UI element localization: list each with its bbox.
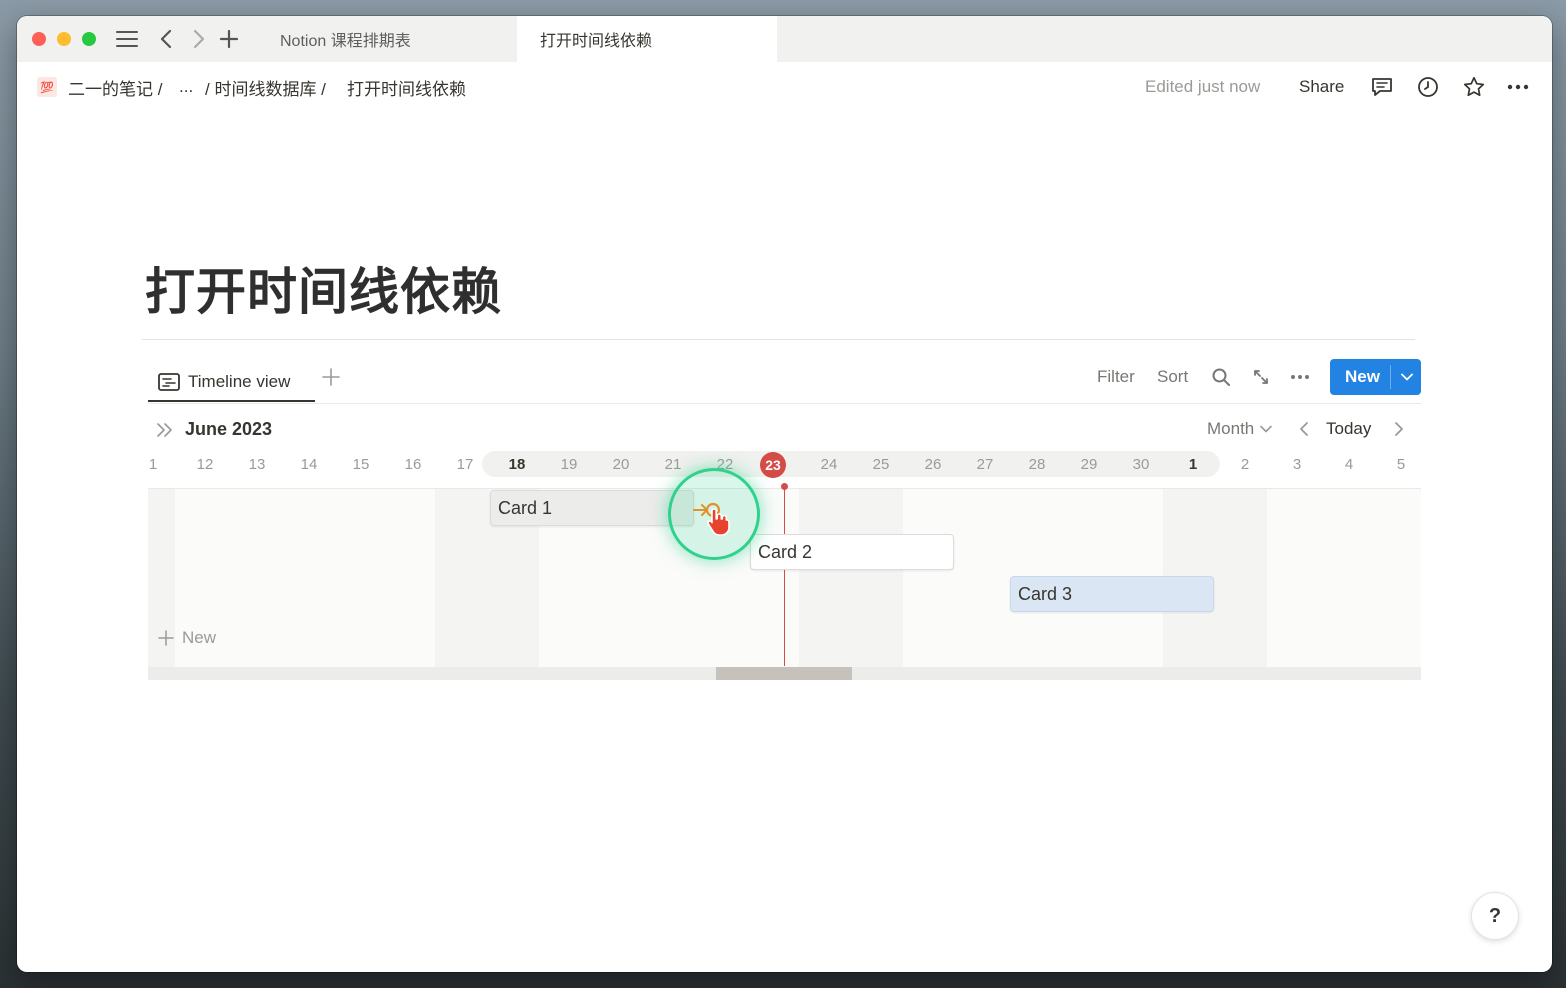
active-view-underline — [148, 400, 315, 402]
breadcrumb-item-ellipsis[interactable]: ... — [179, 62, 193, 112]
day-label: 30 — [1132, 455, 1150, 473]
forward-icon[interactable] — [186, 26, 212, 52]
app-window: Notion 课程排期表 打开时间线依赖 💯 二一的笔记 / ... / 时间线… — [17, 16, 1552, 972]
timeline-card-3[interactable]: Card 3 — [1010, 576, 1214, 612]
day-label: 18 — [508, 455, 526, 473]
tab-label: 打开时间线依赖 — [540, 33, 653, 50]
workspace-emoji-icon: 💯 — [37, 77, 57, 97]
timeline-card-1[interactable]: Card 1 — [490, 490, 694, 526]
card-title: Card 1 — [498, 497, 553, 518]
today-button[interactable]: Today — [1326, 416, 1371, 442]
day-label: 15 — [352, 455, 370, 473]
day-label: 2 — [1240, 455, 1250, 473]
page-topbar: 💯 二一的笔记 / ... / 时间线数据库 / 打开时间线依赖 Edited … — [17, 62, 1552, 112]
day-label: 17 — [456, 455, 474, 473]
close-window-button[interactable] — [32, 32, 46, 46]
day-label: 4 — [1344, 455, 1354, 473]
share-button[interactable]: Share — [1299, 62, 1344, 112]
day-label: 25 — [872, 455, 890, 473]
add-new-row-label: New — [182, 628, 217, 647]
help-button[interactable]: ? — [1471, 892, 1519, 940]
timeline-month-label: June 2023 — [185, 418, 273, 439]
pointer-hand-icon — [705, 506, 731, 536]
tab-timeline-dependency[interactable]: 打开时间线依赖 — [517, 16, 777, 62]
add-new-row-button[interactable]: New — [158, 626, 216, 650]
edited-status: Edited just now — [1145, 77, 1261, 96]
card-title: Card 2 — [758, 541, 813, 562]
zoom-window-button[interactable] — [82, 32, 96, 46]
day-label: 16 — [404, 455, 422, 473]
breadcrumb-item-notes[interactable]: 二一的笔记 / — [68, 62, 162, 112]
next-period-icon[interactable] — [1388, 419, 1408, 439]
filter-button[interactable]: Filter — [1097, 364, 1135, 390]
breadcrumb-item-current[interactable]: 打开时间线依赖 — [347, 62, 466, 112]
double-chevron-icon[interactable] — [154, 419, 176, 441]
new-tab-icon[interactable] — [216, 26, 242, 52]
visible-range-highlight — [482, 451, 1220, 477]
day-label: 26 — [924, 455, 942, 473]
timeline-view-label: Timeline view — [188, 372, 291, 391]
day-label: 1 — [1188, 455, 1198, 473]
day-label: 19 — [560, 455, 578, 473]
day-label: 20 — [612, 455, 630, 473]
today-day-badge: 23 — [760, 452, 786, 478]
menu-icon[interactable] — [114, 26, 140, 52]
search-icon[interactable] — [1209, 364, 1233, 390]
more-options-icon[interactable] — [1505, 74, 1531, 100]
day-label: 24 — [820, 455, 838, 473]
plus-icon — [158, 630, 174, 646]
tab-timeline-view[interactable]: Timeline view — [148, 360, 290, 404]
day-label: 28 — [1028, 455, 1046, 473]
day-label: 12 — [196, 455, 214, 473]
title-bar: Notion 课程排期表 打开时间线依赖 — [17, 16, 1552, 62]
favorite-star-icon[interactable] — [1461, 74, 1487, 100]
weekend-column — [799, 489, 903, 667]
timeline-card-2[interactable]: Card 2 — [750, 534, 954, 570]
timeline-view-icon — [158, 373, 180, 391]
title-divider — [142, 339, 1415, 340]
day-label: 1 — [148, 455, 158, 473]
new-button-label: New — [1345, 367, 1380, 386]
chevron-down-icon — [1260, 425, 1273, 433]
day-label: 21 — [664, 455, 682, 473]
expand-icon[interactable] — [1249, 364, 1273, 390]
add-view-icon[interactable] — [319, 365, 343, 389]
breadcrumb-item-timeline-db[interactable]: / 时间线数据库 / — [205, 62, 326, 112]
timeline-scale-label: Month — [1207, 419, 1255, 438]
tab-label: Notion 课程排期表 — [280, 33, 411, 50]
view-divider — [148, 403, 1421, 404]
sort-button[interactable]: Sort — [1157, 364, 1188, 390]
minimize-window-button[interactable] — [57, 32, 71, 46]
previous-period-icon[interactable] — [1295, 419, 1315, 439]
card-title: Card 3 — [1018, 583, 1073, 604]
view-more-icon[interactable] — [1288, 364, 1312, 390]
day-label: 27 — [976, 455, 994, 473]
tab-notion-schedule[interactable]: Notion 课程排期表 — [267, 16, 517, 62]
day-label: 13 — [248, 455, 266, 473]
today-marker — [781, 483, 788, 490]
timeline-scale-select[interactable]: Month — [1207, 416, 1273, 442]
scrollbar-thumb[interactable] — [716, 667, 852, 680]
day-label: 14 — [300, 455, 318, 473]
day-label: 3 — [1292, 455, 1302, 473]
day-label: 29 — [1080, 455, 1098, 473]
new-button-divider — [1390, 365, 1391, 389]
chevron-down-icon[interactable] — [1396, 359, 1418, 395]
day-label: 5 — [1396, 455, 1406, 473]
history-icon[interactable] — [1415, 74, 1441, 100]
comments-icon[interactable] — [1369, 74, 1395, 100]
today-line — [784, 488, 785, 666]
page-title[interactable]: 打开时间线依赖 — [145, 252, 502, 324]
new-button[interactable]: New — [1330, 359, 1421, 395]
back-icon[interactable] — [153, 26, 179, 52]
